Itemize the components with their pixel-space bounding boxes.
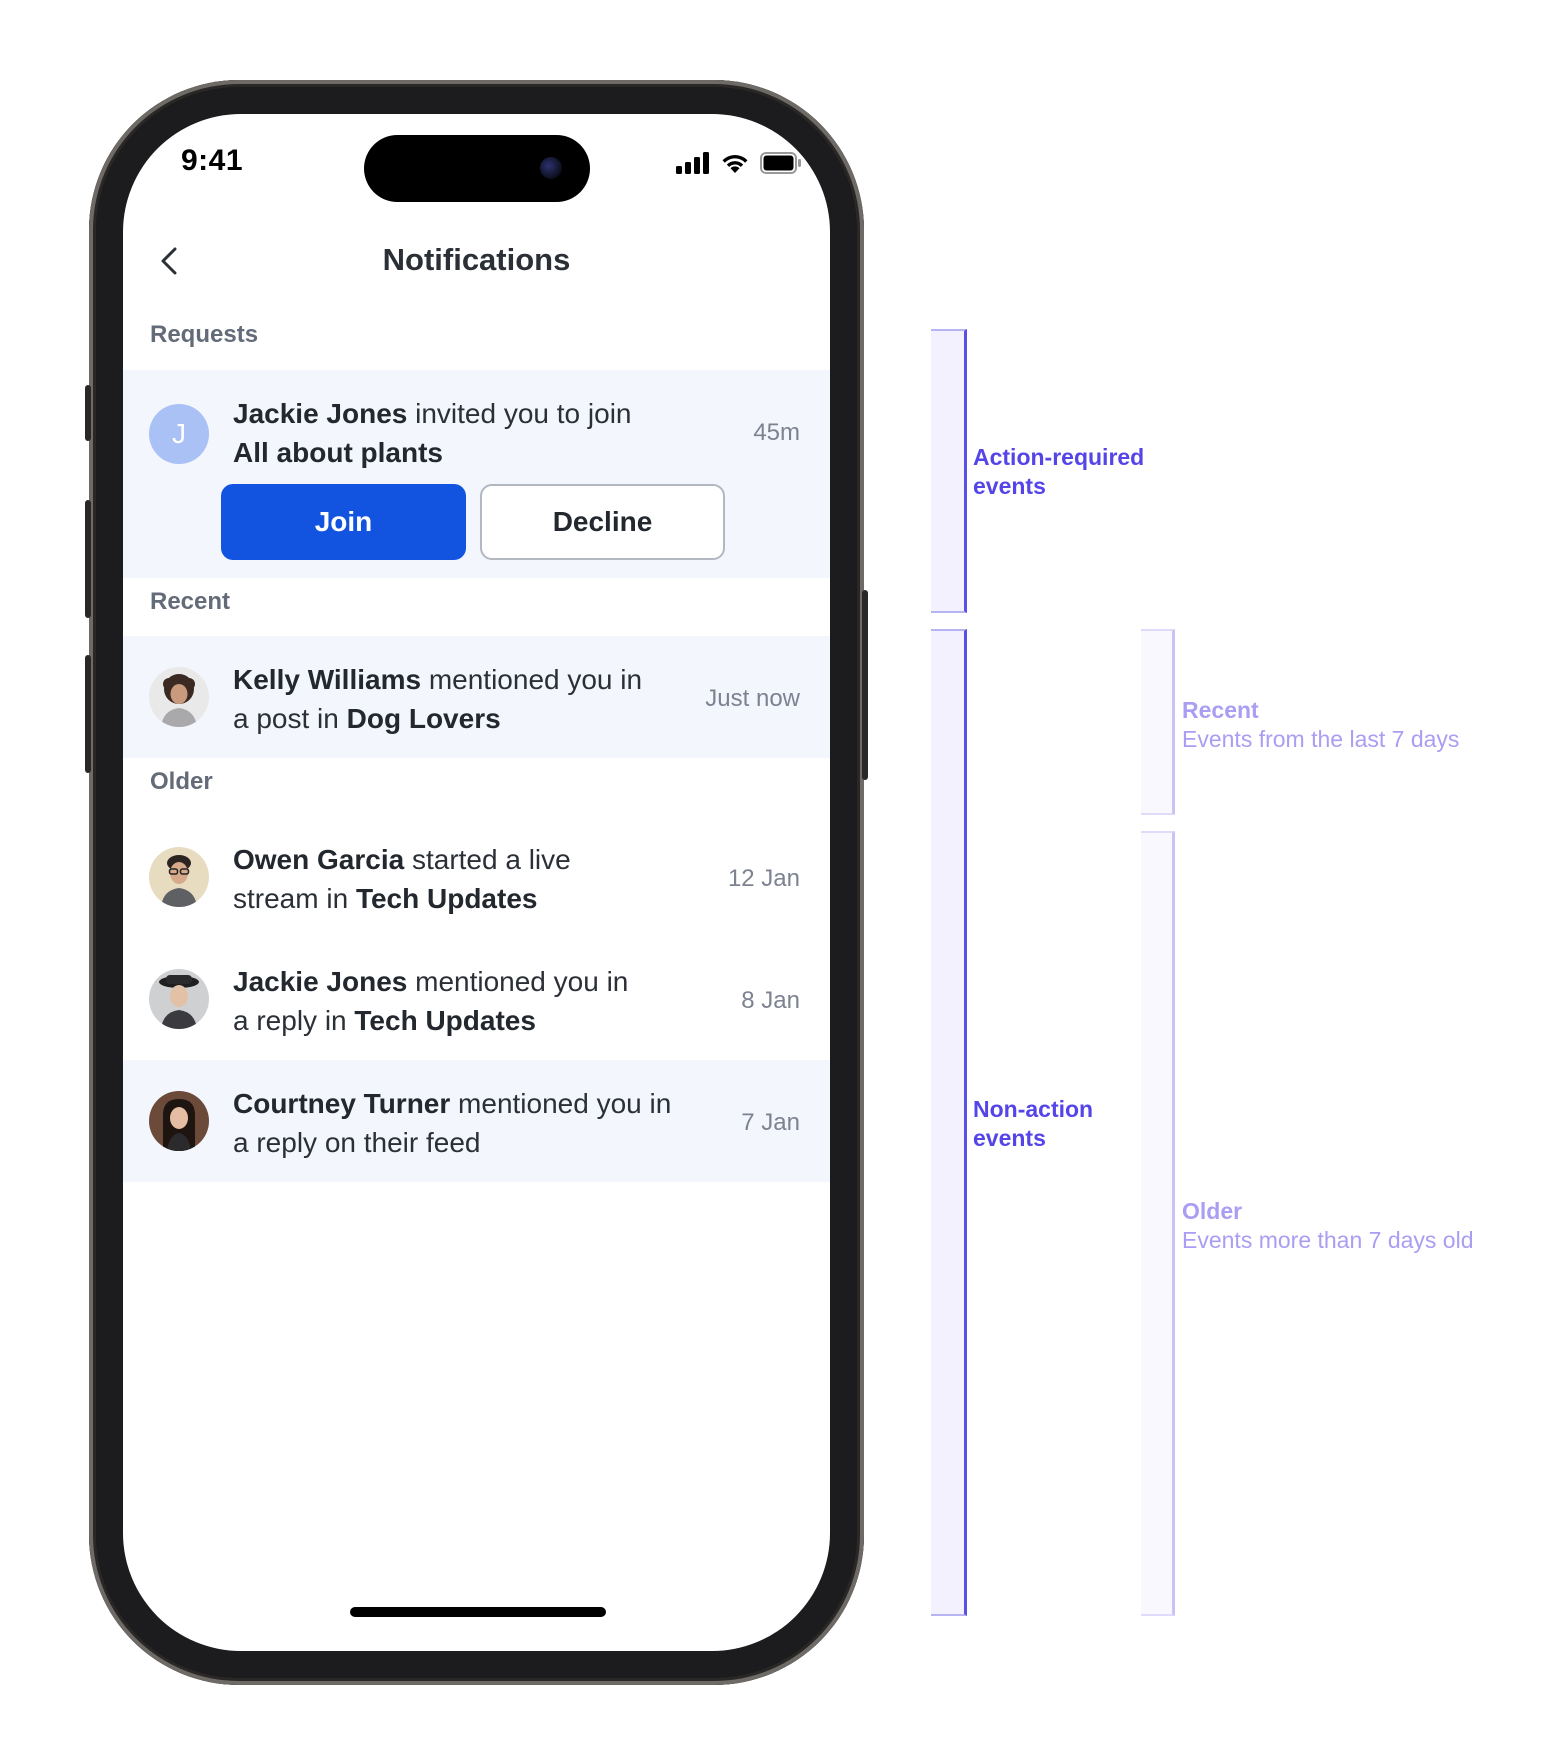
- notification-actor: Kelly Williams: [233, 664, 422, 695]
- volume-down-button: [85, 655, 91, 773]
- bracket-recent: [1141, 629, 1175, 815]
- request-time: 45m: [753, 419, 800, 446]
- bracket-non-action: [931, 629, 967, 1616]
- annotation-recent-title: Recent: [1182, 697, 1259, 723]
- notification-actor: Owen Garcia: [233, 844, 405, 875]
- annotation-non-action-line1: Non-action: [973, 1096, 1094, 1122]
- cellular-signal-icon: [676, 152, 709, 174]
- home-indicator: [350, 1607, 606, 1617]
- avatar: [149, 969, 209, 1029]
- annotation-recent: Recent Events from the last 7 days: [1182, 696, 1459, 754]
- notification-target: Tech Updates: [354, 1005, 536, 1036]
- avatar: [149, 667, 209, 727]
- request-card: J Jackie Jones invited you to join All a…: [123, 370, 830, 578]
- annotation-older-title: Older: [1182, 1198, 1243, 1224]
- annotation-action-required: Action-required events: [973, 443, 1144, 501]
- phone-screen: 9:41 Notifications Requests J Jackie Jon…: [123, 114, 830, 1651]
- annotation-non-action: Non-action events: [973, 1095, 1093, 1153]
- person-photo-icon: [149, 847, 209, 907]
- power-button: [862, 590, 868, 780]
- annotation-action-required-line2: events: [973, 473, 1046, 499]
- join-button[interactable]: Join: [221, 484, 466, 560]
- notification-message: Jackie Jones mentioned you in a reply in…: [233, 962, 643, 1040]
- bracket-older: [1141, 831, 1175, 1616]
- notification-message: Owen Garcia started a live stream in Tec…: [233, 840, 643, 918]
- camera-icon: [540, 157, 562, 179]
- decline-button[interactable]: Decline: [480, 484, 725, 560]
- notification-time: Just now: [705, 685, 800, 712]
- avatar: [149, 1091, 209, 1151]
- notification-message: Kelly Williams mentioned you in a post i…: [233, 660, 643, 738]
- bracket-action-required: [931, 329, 967, 613]
- section-label-recent: Recent: [150, 588, 231, 615]
- notification-time: 7 Jan: [741, 1109, 800, 1136]
- annotation-older-subtitle: Events more than 7 days old: [1182, 1227, 1474, 1253]
- avatar: J: [149, 404, 209, 464]
- request-text: invited you to join: [407, 398, 632, 429]
- person-photo-icon: [149, 667, 209, 727]
- request-target: All about plants: [233, 437, 443, 468]
- status-icons: [676, 152, 802, 174]
- notification-time: 8 Jan: [741, 987, 800, 1014]
- section-label-older: Older: [150, 768, 213, 795]
- phone-frame: 9:41 Notifications Requests J Jackie Jon…: [85, 80, 868, 1685]
- notification-target: Tech Updates: [355, 883, 538, 914]
- request-actor: Jackie Jones: [233, 398, 408, 429]
- volume-up-button: [85, 500, 91, 618]
- page-title: Notifications: [382, 242, 571, 277]
- notification-message: Courtney Turner mentioned you in a reply…: [233, 1084, 678, 1162]
- notification-actor: Jackie Jones: [233, 966, 408, 997]
- notification-time: 12 Jan: [727, 865, 800, 892]
- wifi-icon: [722, 154, 748, 173]
- battery-icon: [760, 152, 801, 174]
- annotation-non-action-line2: events: [973, 1125, 1046, 1151]
- notification-actor: Courtney Turner: [233, 1088, 451, 1119]
- list-item[interactable]: Kelly Williams mentioned you in a post i…: [123, 636, 830, 758]
- notification-target: Dog Lovers: [346, 703, 501, 734]
- mute-switch: [85, 385, 91, 441]
- annotation-recent-subtitle: Events from the last 7 days: [1182, 726, 1460, 752]
- request-message: Jackie Jones invited you to join All abo…: [233, 394, 663, 472]
- status-time: 9:41: [181, 144, 244, 177]
- person-photo-icon: [149, 969, 209, 1029]
- annotation-older: Older Events more than 7 days old: [1182, 1197, 1474, 1255]
- list-item[interactable]: Jackie Jones mentioned you in a reply in…: [123, 938, 830, 1060]
- person-photo-icon: [149, 1091, 209, 1151]
- list-item[interactable]: Owen Garcia started a live stream in Tec…: [123, 816, 830, 938]
- section-label-requests: Requests: [150, 321, 259, 348]
- dynamic-island: [364, 135, 590, 202]
- avatar: [149, 847, 209, 907]
- list-item[interactable]: Courtney Turner mentioned you in a reply…: [123, 1060, 830, 1182]
- annotation-action-required-line1: Action-required: [973, 444, 1145, 470]
